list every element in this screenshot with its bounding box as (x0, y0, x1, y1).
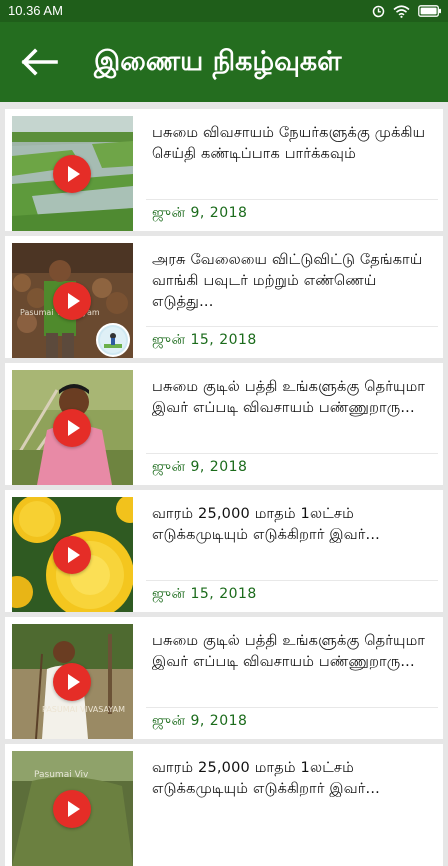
item-date: ஜுன் 9, 2018 (152, 205, 248, 221)
status-time: 10.36 AM (8, 3, 63, 18)
item-title: அரசு வேலையை விட்டுவிட்டு தேங்காய் வாங்கி… (152, 252, 423, 310)
play-icon (53, 155, 91, 193)
video-thumbnail[interactable] (12, 497, 133, 612)
list-item[interactable]: பசுமை விவசாயம் நேயர்களுக்கு முக்கிய செய்… (5, 109, 443, 231)
svg-text:PASUMAI VIVASAYAM: PASUMAI VIVASAYAM (42, 705, 125, 714)
item-title: பசுமை குடில் பத்தி உங்களுக்கு தெர்யுமா இ… (152, 633, 426, 670)
list-item[interactable]: Pasumai Viv வாரம் 25,000 மாதம் 1லட்சம் எ… (5, 744, 443, 866)
item-date: ஜுன் 9, 2018 (152, 459, 248, 475)
play-icon (53, 663, 91, 701)
divider (146, 707, 438, 708)
video-thumbnail[interactable] (12, 116, 133, 231)
alarm-icon (372, 5, 385, 17)
status-icons (372, 2, 442, 20)
play-icon (53, 790, 91, 828)
play-icon (53, 409, 91, 447)
status-bar: 10.36 AM (0, 0, 448, 22)
video-thumbnail[interactable] (12, 370, 133, 485)
divider (146, 326, 438, 327)
list-item[interactable]: Pasumai Vivasayam அரசு வேலையை விட்டுவிட்… (5, 236, 443, 358)
play-icon (53, 536, 91, 574)
divider (146, 580, 438, 581)
item-title: வாரம் 25,000 மாதம் 1லட்சம் எடுக்கமுடியும… (152, 506, 380, 543)
back-button[interactable] (18, 46, 60, 78)
app-bar: இணைய நிகழ்வுகள் (0, 22, 448, 102)
video-thumbnail[interactable]: Pasumai Vivasayam (12, 243, 133, 358)
divider (146, 453, 438, 454)
item-title: பசுமை குடில் பத்தி உங்களுக்கு தெர்யுமா இ… (152, 379, 426, 416)
item-date: ஜுன் 9, 2018 (152, 713, 248, 729)
divider (146, 199, 438, 200)
channel-logo (96, 323, 130, 357)
video-thumbnail[interactable]: PASUMAI VIVASAYAM (12, 624, 133, 739)
item-date: ஜுன் 15, 2018 (152, 332, 257, 348)
battery-icon (418, 5, 441, 17)
video-thumbnail[interactable]: Pasumai Viv (12, 751, 133, 866)
page-title: இணைய நிகழ்வுகள் (94, 46, 342, 77)
svg-text:Pasumai Viv: Pasumai Viv (34, 770, 89, 780)
list-item[interactable]: PASUMAI VIVASAYAM பசுமை குடில் பத்தி உங்… (5, 617, 443, 739)
item-date: ஜுன் 15, 2018 (152, 586, 257, 602)
list-item[interactable]: வாரம் 25,000 மாதம் 1லட்சம் எடுக்கமுடியும… (5, 490, 443, 612)
arrow-left-icon (21, 48, 58, 76)
item-title: வாரம் 25,000 மாதம் 1லட்சம் எடுக்கமுடியும… (152, 760, 380, 797)
play-icon (53, 282, 91, 320)
wifi-icon (393, 4, 410, 18)
item-title: பசுமை விவசாயம் நேயர்களுக்கு முக்கிய செய்… (152, 125, 426, 162)
list-item[interactable]: பசுமை குடில் பத்தி உங்களுக்கு தெர்யுமா இ… (5, 363, 443, 485)
